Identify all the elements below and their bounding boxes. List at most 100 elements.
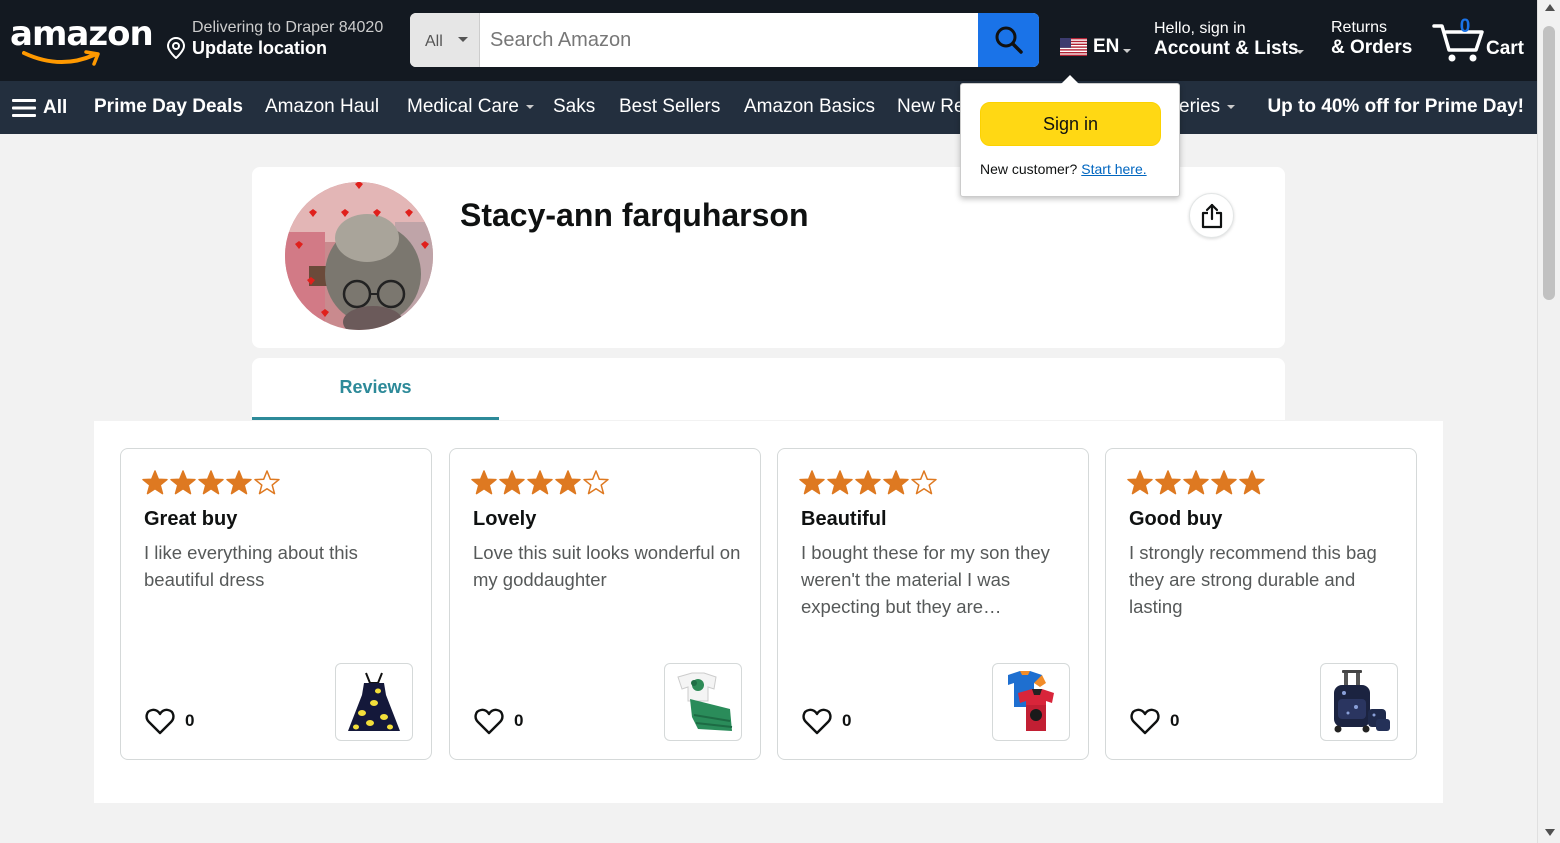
signin-button[interactable]: Sign in	[980, 102, 1161, 146]
page-scrollbar[interactable]	[1537, 0, 1560, 843]
us-flag-icon	[1060, 38, 1087, 56]
account-lists-label: Account & Lists	[1154, 38, 1299, 59]
tab-reviews[interactable]: Reviews	[252, 358, 499, 420]
avatar	[285, 182, 433, 330]
logo-text: amazon	[10, 14, 154, 54]
start-here-link[interactable]: Start here.	[1081, 161, 1146, 177]
nav-item-medical-care[interactable]: Medical Care	[407, 96, 534, 118]
chevron-down-icon	[1123, 49, 1131, 53]
all-menu-button[interactable]: All	[12, 95, 67, 121]
star-filled-icon	[471, 470, 497, 495]
star-filled-icon	[1183, 470, 1209, 495]
star-filled-icon	[1127, 470, 1153, 495]
star-filled-icon	[827, 470, 853, 495]
star-empty-icon	[911, 470, 937, 495]
star-rating	[141, 469, 281, 499]
like-count: 0	[185, 711, 195, 730]
nav-item-new-releases[interactable]: New Re	[897, 96, 965, 118]
chevron-down-icon	[1227, 104, 1236, 109]
star-empty-icon	[583, 470, 609, 495]
like-count: 0	[1170, 711, 1180, 730]
rolling-backpack-thumbnail	[1334, 670, 1390, 733]
review-body: I bought these for my son they weren't t…	[801, 542, 1050, 617]
review-card[interactable]: Beautiful I bought these for my son they…	[777, 448, 1089, 760]
star-filled-icon	[555, 470, 581, 495]
update-location-label: Update location	[192, 38, 328, 58]
new-customer-prompt: New customer? Start here.	[980, 161, 1147, 177]
star-rating	[798, 469, 938, 499]
star-filled-icon	[142, 470, 168, 495]
search-category-label: All	[425, 33, 443, 50]
hamburger-menu-icon	[12, 99, 36, 117]
chevron-down-icon	[525, 104, 534, 109]
scroll-up-arrow-icon[interactable]	[1545, 4, 1555, 11]
account-lists[interactable]: Hello, sign in Account & Lists	[1154, 20, 1314, 64]
star-filled-icon	[883, 470, 909, 495]
top-nav-bar: amazon Delivering to Draper 84020 Update…	[0, 0, 1537, 81]
like-count: 0	[842, 711, 852, 730]
search-input[interactable]	[480, 13, 978, 67]
nav-item-amazon-basics[interactable]: Amazon Basics	[744, 96, 875, 118]
review-card[interactable]: Lovely Love this suit looks wonderful on…	[449, 448, 761, 760]
star-filled-icon	[226, 470, 252, 495]
boys-tshirts-thumbnail	[1008, 671, 1054, 731]
nav-item-prime-day-deals[interactable]: Prime Day Deals	[94, 96, 243, 118]
language-selector[interactable]: EN	[1060, 36, 1140, 60]
product-thumbnail[interactable]	[992, 663, 1070, 741]
search-category-select[interactable]: All	[410, 13, 480, 67]
share-button[interactable]	[1189, 193, 1234, 238]
orders-label: & Orders	[1331, 37, 1413, 58]
star-filled-icon	[799, 470, 825, 495]
scroll-down-arrow-icon[interactable]	[1545, 829, 1555, 836]
chevron-down-icon	[458, 37, 468, 42]
product-thumbnail[interactable]	[664, 663, 742, 741]
amazon-logo[interactable]: amazon	[10, 14, 154, 70]
location-pin-icon	[166, 37, 186, 59]
returns-orders[interactable]: Returns & Orders	[1331, 19, 1421, 63]
review-title: Beautiful	[801, 508, 887, 530]
review-body: I strongly recommend this bag they are s…	[1129, 542, 1377, 617]
heart-icon[interactable]	[145, 706, 175, 736]
nav-item-label: eries	[1179, 96, 1221, 117]
cart-button[interactable]: 0 Cart	[1432, 16, 1530, 64]
review-body: Love this suit looks wonderful on my god…	[473, 542, 741, 590]
star-filled-icon	[198, 470, 224, 495]
heart-icon[interactable]	[802, 706, 832, 736]
delivery-location[interactable]: Delivering to Draper 84020 Update locati…	[166, 19, 401, 63]
nav-item-groceries[interactable]: eries	[1179, 96, 1236, 118]
cart-label: Cart	[1486, 38, 1525, 59]
green-skirt-outfit-thumbnail	[677, 672, 733, 731]
review-card[interactable]: Great buy I like everything about this b…	[120, 448, 432, 760]
review-title: Good buy	[1129, 508, 1223, 530]
chevron-down-icon	[1296, 50, 1304, 54]
nav-item-label: Medical Care	[407, 96, 519, 117]
search-button[interactable]	[978, 13, 1039, 67]
returns-label: Returns	[1331, 19, 1388, 36]
cart-count: 0	[1459, 16, 1471, 37]
heart-icon[interactable]	[1130, 706, 1160, 736]
avatar-image	[285, 182, 433, 330]
product-thumbnail[interactable]	[335, 663, 413, 741]
nav-item-saks[interactable]: Saks	[553, 96, 595, 118]
heart-icon[interactable]	[474, 706, 504, 736]
star-filled-icon	[1155, 470, 1181, 495]
signin-flyout: Sign in New customer? Start here.	[960, 75, 1180, 197]
star-rating	[1126, 469, 1266, 499]
review-title: Lovely	[473, 508, 537, 530]
all-menu-label: All	[43, 97, 68, 118]
scrollbar-thumb[interactable]	[1543, 26, 1555, 300]
profile-name: Stacy-ann farquharson	[460, 197, 809, 233]
star-rating	[470, 469, 610, 499]
star-filled-icon	[170, 470, 196, 495]
nav-item-amazon-haul[interactable]: Amazon Haul	[265, 96, 379, 118]
secondary-nav-bar: All Prime Day Deals Amazon Haul Medical …	[0, 81, 1537, 134]
like-count: 0	[514, 711, 524, 730]
prime-day-promo-link[interactable]: Up to 40% off for Prime Day!	[1267, 96, 1524, 118]
product-thumbnail[interactable]	[1320, 663, 1398, 741]
lemon-dress-thumbnail	[348, 672, 400, 731]
review-card[interactable]: Good buy I strongly recommend this bag t…	[1105, 448, 1417, 760]
search-bar: All	[410, 13, 1039, 67]
search-icon	[995, 26, 1023, 54]
greeting-label: Hello, sign in	[1154, 20, 1246, 37]
nav-item-best-sellers[interactable]: Best Sellers	[619, 96, 720, 118]
